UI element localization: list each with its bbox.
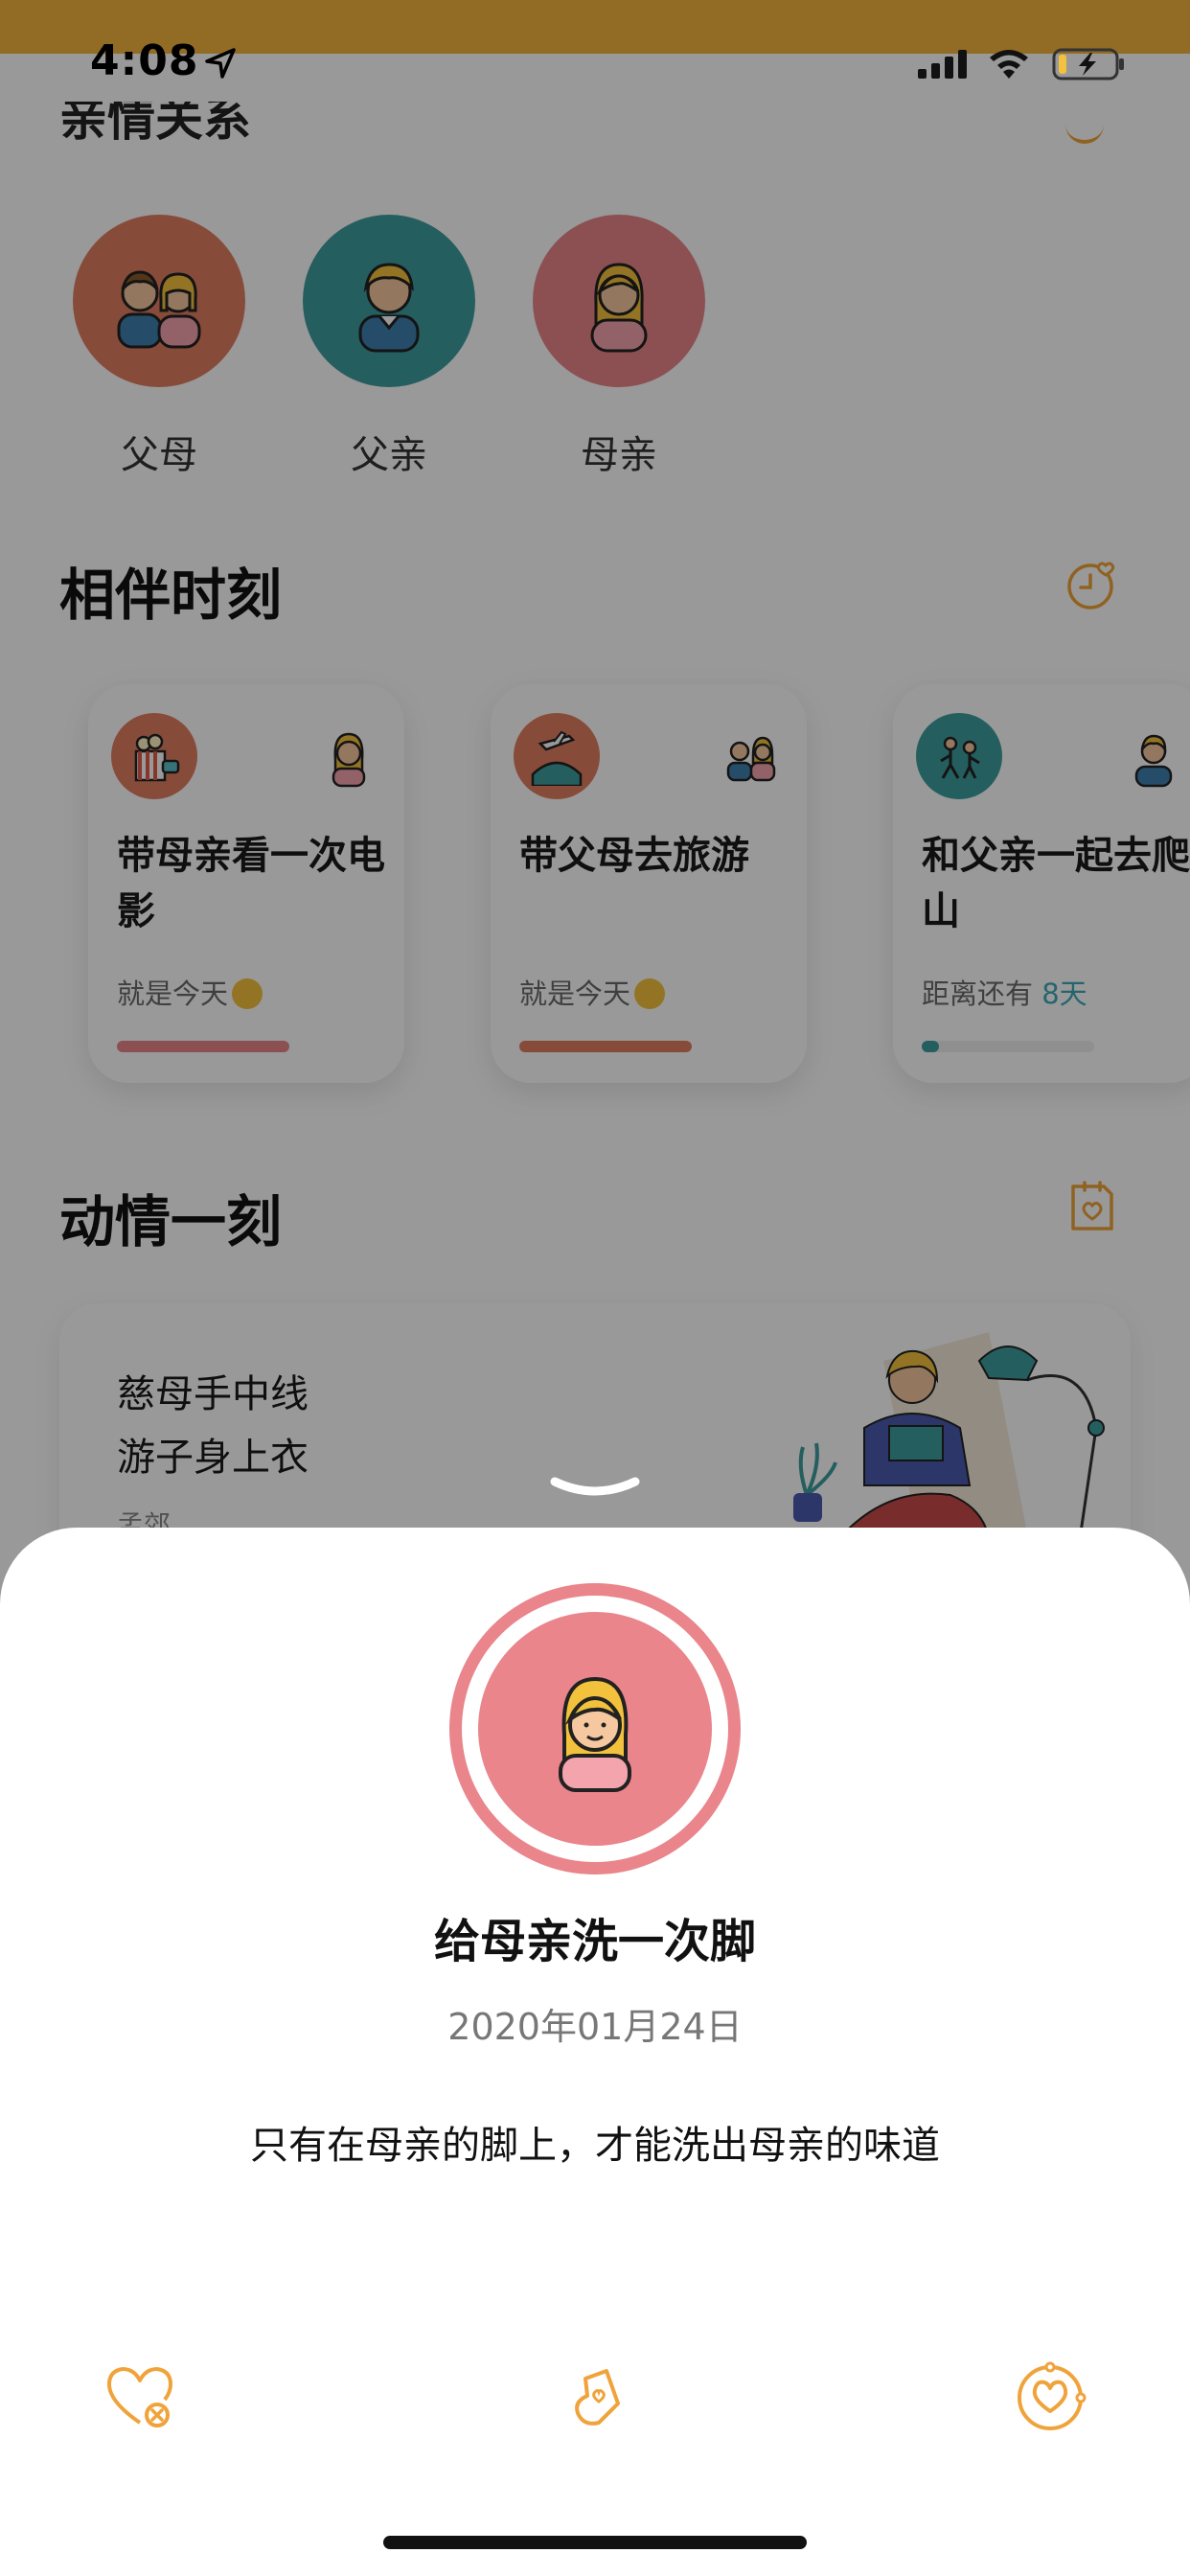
sheet-title: 给母亲洗一次脚 — [433, 1915, 756, 1968]
status-time: 4:08 — [90, 36, 199, 85]
heart-circle-icon[interactable] — [1012, 2359, 1088, 2436]
app-screen: 亲情关系 父母 父亲 母亲 相伴时刻 带母亲看一次电影 就是今天 带父母去旅游 … — [0, 0, 1190, 2576]
sheet-description: 只有在母亲的脚上，才能洗出母亲的味道 — [250, 2124, 940, 2168]
sheet-avatar — [449, 1583, 741, 1874]
chevron-down-icon[interactable] — [547, 1474, 643, 1512]
status-bar: 4:08 — [0, 0, 1190, 130]
battery-charging-icon — [1052, 48, 1124, 80]
wifi-icon — [990, 50, 1028, 79]
share-heart-icon[interactable] — [561, 2359, 637, 2436]
heart-remove-icon[interactable] — [102, 2359, 178, 2436]
home-indicator[interactable] — [383, 2536, 807, 2549]
location-arrow-icon — [205, 48, 236, 79]
detail-sheet: 给母亲洗一次脚 2020年01月24日 只有在母亲的脚上，才能洗出母亲的味道 — [0, 1528, 1190, 2576]
cellular-signal-icon — [918, 50, 967, 79]
mother-avatar-icon — [478, 1612, 712, 1846]
sheet-date: 2020年01月24日 — [447, 2006, 743, 2048]
